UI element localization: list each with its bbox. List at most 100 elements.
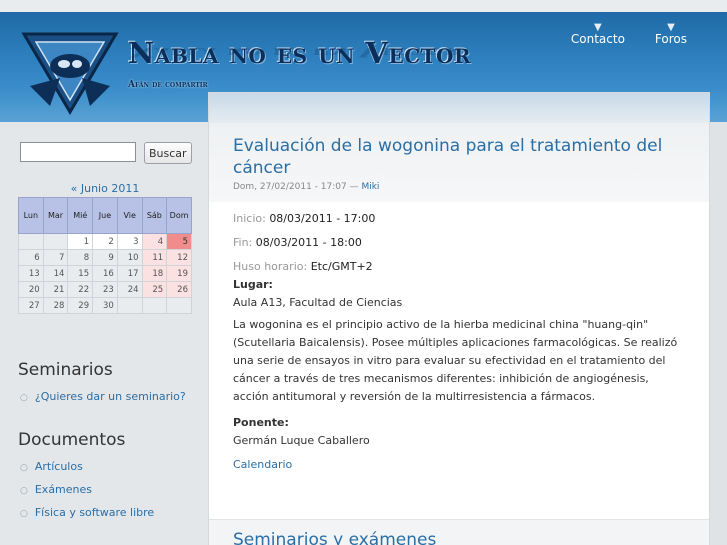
calendar-caption: « Junio 2011 bbox=[18, 182, 192, 195]
submitted-info: Dom, 27/02/2011 - 17:07 — Miki bbox=[233, 182, 685, 192]
primary-nav: ▼ Contacto ▼ Foros bbox=[571, 22, 687, 46]
calendar-day-cell[interactable]: 12 bbox=[166, 249, 192, 266]
ponente-label: Ponente: bbox=[233, 416, 289, 429]
calendar-day-cell[interactable]: 13 bbox=[18, 265, 44, 282]
seminarios-list: ○ ¿Quieres dar un seminario? bbox=[20, 386, 186, 409]
nav-foros[interactable]: ▼ Foros bbox=[655, 22, 687, 46]
bullet-icon: ○ bbox=[20, 486, 28, 496]
top-strip bbox=[0, 0, 727, 12]
lugar-value: Aula A13, Facultad de Ciencias bbox=[233, 296, 403, 309]
documentos-link-examenes[interactable]: Exámenes bbox=[35, 483, 92, 496]
calendar-empty-cell bbox=[18, 233, 44, 250]
site-slogan: Afán de compartir bbox=[128, 80, 208, 90]
calendar-day-cell[interactable]: 18 bbox=[141, 265, 168, 282]
list-item: ○ Exámenes bbox=[20, 479, 154, 502]
calendar-day-cell[interactable]: 19 bbox=[166, 265, 192, 282]
calendar-empty-cell bbox=[166, 297, 192, 314]
calendar-day-cell[interactable]: 25 bbox=[141, 281, 168, 298]
calendar-table: Lun Mar Mié Jue Vie Sáb Dom 1 2 3 4 5 6 7 8 9 10 11 12 13 1… bbox=[18, 197, 192, 314]
calendar-day-cell[interactable]: 17 bbox=[116, 265, 143, 282]
calendar-day-cell[interactable]: 30 bbox=[92, 297, 118, 314]
next-node: Seminarios y exámenes bbox=[209, 519, 709, 545]
bullet-icon: ○ bbox=[20, 463, 28, 473]
event-node: Evaluación de la wogonina para el tratam… bbox=[209, 123, 709, 513]
field-value: 08/03/2011 - 18:00 bbox=[255, 236, 362, 249]
documentos-link-articulos[interactable]: Artículos bbox=[35, 460, 83, 473]
calendar-day-cell[interactable]: 22 bbox=[67, 281, 94, 298]
field-timezone: Huso horario: Etc/GMT+2 bbox=[233, 258, 685, 276]
calendar-month-link[interactable]: « Junio 2011 bbox=[71, 182, 140, 195]
author-link[interactable]: Miki bbox=[361, 182, 379, 192]
calendar-day-cell[interactable]: 3 bbox=[116, 233, 143, 250]
documentos-title: Documentos bbox=[18, 430, 126, 450]
calendar-day-cell[interactable]: 2 bbox=[92, 233, 118, 250]
bullet-icon: ○ bbox=[20, 393, 28, 403]
main-content: Evaluación de la wogonina para el tratam… bbox=[208, 92, 710, 545]
calendar-day-cell[interactable]: 7 bbox=[42, 249, 69, 266]
calendar-day-cell[interactable]: 5 bbox=[166, 233, 192, 250]
calendar-day-cell[interactable]: 28 bbox=[42, 297, 69, 314]
search-form: Buscar bbox=[20, 142, 192, 164]
field-fin: Fin: 08/03/2011 - 18:00 bbox=[233, 234, 685, 252]
list-item: ○ ¿Quieres dar un seminario? bbox=[20, 386, 186, 409]
calendar-day-cell[interactable]: 10 bbox=[116, 249, 143, 266]
seminarios-link[interactable]: ¿Quieres dar un seminario? bbox=[35, 390, 186, 403]
calendar-day-cell[interactable]: 9 bbox=[92, 249, 118, 266]
field-label: Huso horario: bbox=[233, 260, 308, 273]
submitted-date: Dom, 27/02/2011 - 17:07 — bbox=[233, 182, 359, 192]
site-name-reflection: Nabla no es un Vector bbox=[128, 44, 461, 60]
calendar-day-cell[interactable]: 11 bbox=[141, 249, 168, 266]
calendar-day-cell[interactable]: 14 bbox=[42, 265, 69, 282]
sidebar: Buscar « Junio 2011 Lun Mar Mié Jue Vie Sáb Do… bbox=[0, 122, 208, 545]
field-label: Inicio: bbox=[233, 212, 266, 225]
calendar-day-cell[interactable]: 27 bbox=[18, 297, 44, 314]
calendar-week-row: 13 14 15 16 17 18 19 bbox=[18, 265, 192, 282]
calendar-day-cell[interactable]: 20 bbox=[18, 281, 44, 298]
node-title[interactable]: Evaluación de la wogonina para el tratam… bbox=[233, 135, 685, 179]
node-body: Inicio: 08/03/2011 - 17:00 Fin: 08/03/20… bbox=[209, 202, 709, 474]
calendar-day-cell[interactable]: 24 bbox=[116, 281, 143, 298]
nabla-logo-icon[interactable] bbox=[20, 26, 120, 116]
calendar-week-row: 27 28 29 30 bbox=[18, 297, 192, 314]
next-node-title[interactable]: Seminarios y exámenes bbox=[233, 530, 436, 545]
ponente-value: Germán Luque Caballero bbox=[233, 434, 370, 447]
calendar-day-cell[interactable]: 15 bbox=[67, 265, 94, 282]
calendar-empty-cell bbox=[141, 297, 168, 314]
calendar-day-cell[interactable]: 21 bbox=[42, 281, 69, 298]
calendar-link[interactable]: Calendario bbox=[233, 456, 292, 474]
documentos-list: ○ Artículos ○ Exámenes ○ Física y software … bbox=[20, 456, 154, 525]
calendar-day-header: Vie bbox=[116, 197, 143, 234]
calendar-day-header: Sáb bbox=[141, 197, 168, 234]
calendar-day-cell[interactable]: 6 bbox=[18, 249, 44, 266]
search-button[interactable]: Buscar bbox=[144, 142, 192, 164]
field-inicio: Inicio: 08/03/2011 - 17:00 bbox=[233, 210, 685, 228]
calendar-day-cell[interactable]: 16 bbox=[92, 265, 118, 282]
calendar-day-header: Jue bbox=[92, 197, 118, 234]
nav-arrow-icon: ▼ bbox=[667, 22, 675, 33]
calendar-empty-cell bbox=[116, 297, 143, 314]
lugar-label: Lugar: bbox=[233, 278, 273, 291]
calendar-day-cell[interactable]: 4 bbox=[141, 233, 168, 250]
search-input[interactable] bbox=[20, 142, 136, 162]
calendar-week-row: 12345 bbox=[18, 233, 192, 250]
calendar-block: « Junio 2011 Lun Mar Mié Jue Vie Sáb Dom 12345… bbox=[18, 182, 192, 314]
calendar-day-header: Mié bbox=[67, 197, 94, 234]
bullet-icon: ○ bbox=[20, 509, 28, 519]
seminarios-title: Seminarios bbox=[18, 360, 113, 380]
list-item: ○ Artículos bbox=[20, 456, 154, 479]
list-item: ○ Física y software libre bbox=[20, 502, 154, 525]
calendar-day-cell[interactable]: 8 bbox=[67, 249, 94, 266]
node-header: Evaluación de la wogonina para el tratam… bbox=[209, 123, 709, 202]
calendar-day-header: Dom bbox=[166, 197, 192, 234]
calendar-day-cell[interactable]: 29 bbox=[67, 297, 94, 314]
calendar-week-row: 6 7 8 9 10 11 12 bbox=[18, 249, 192, 266]
field-label: Fin: bbox=[233, 236, 253, 249]
documentos-link-fisica[interactable]: Física y software libre bbox=[35, 506, 154, 519]
calendar-day-cell[interactable]: 23 bbox=[92, 281, 118, 298]
nav-contacto[interactable]: ▼ Contacto bbox=[571, 22, 625, 46]
event-description: La wogonina es el principio activo de la… bbox=[233, 318, 678, 403]
calendar-empty-cell bbox=[42, 233, 69, 250]
calendar-day-cell[interactable]: 26 bbox=[166, 281, 192, 298]
calendar-day-cell[interactable]: 1 bbox=[67, 233, 94, 250]
field-value: Etc/GMT+2 bbox=[310, 260, 373, 273]
